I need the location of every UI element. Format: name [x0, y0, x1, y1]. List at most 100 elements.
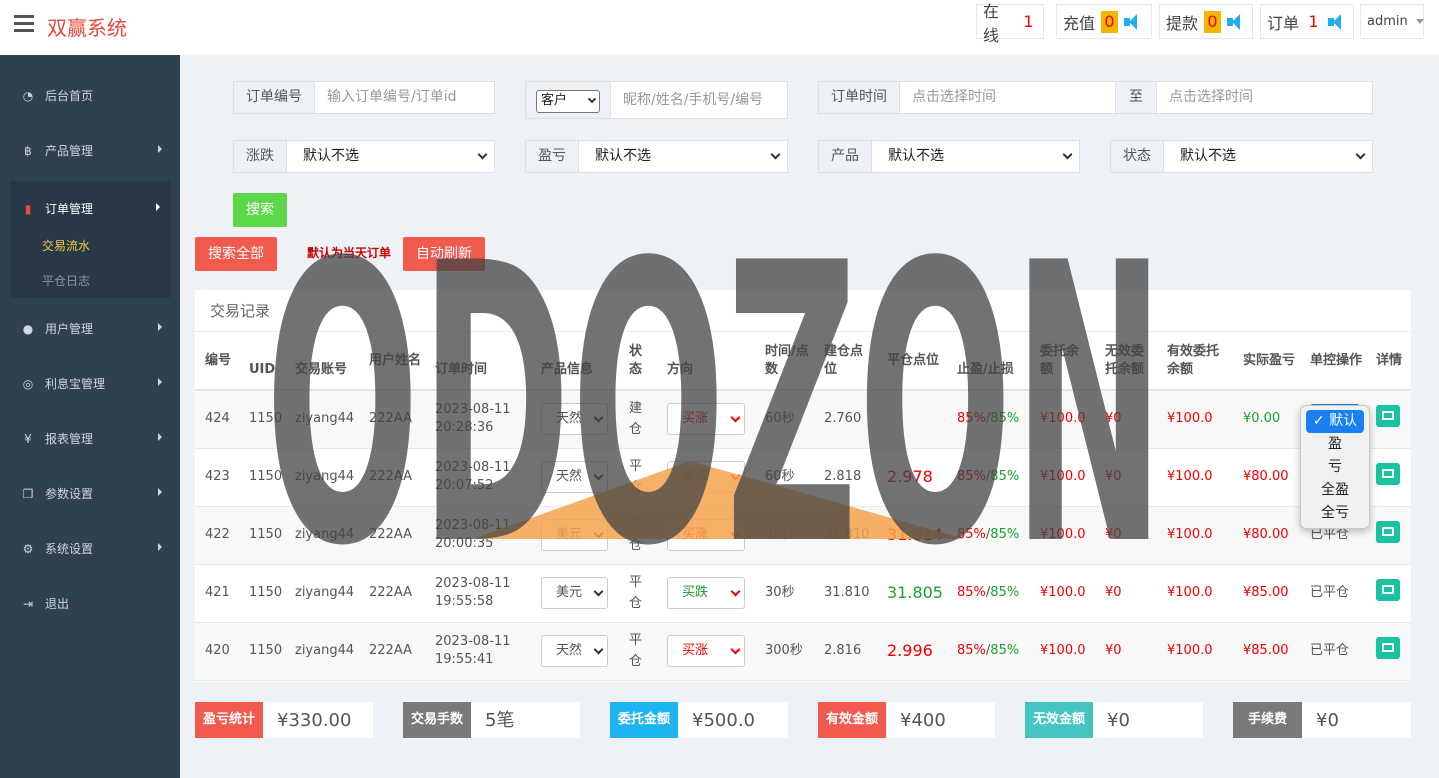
order-time-start-input[interactable]: 点击选择时间 [900, 82, 1115, 113]
submenu-close-log[interactable]: 平仓日志 [10, 264, 170, 298]
sidebar-item-system[interactable]: ⚙ 系统设置 [0, 521, 180, 576]
sidebar-item-interest[interactable]: ◎ 利息宝管理 [0, 356, 180, 411]
sidebar-item-reports[interactable]: ¥ 报表管理 [0, 411, 180, 466]
control-dropdown[interactable]: ✓ 默认 盈 亏 全盈 全亏 [1300, 405, 1370, 529]
cell-product: 天然 [531, 390, 619, 449]
cell-order-time: 2023-08-11 20:28:36 [425, 390, 531, 449]
order-date: 2023-08-11 [435, 518, 511, 533]
control-option[interactable]: 亏 [1306, 456, 1364, 479]
detail-icon[interactable] [1376, 579, 1400, 601]
speaker-icon[interactable] [1124, 13, 1142, 30]
rise-fall-select[interactable]: 默认不选 [287, 141, 494, 172]
control-option[interactable]: ✓ 默认 [1306, 410, 1364, 433]
online-stat[interactable]: 在线 1 [976, 2, 1044, 45]
status-value: 建仓 [629, 401, 643, 438]
summary-label: 有效金额 [818, 702, 887, 738]
col-header: 产品信息 [531, 332, 619, 391]
col-header: 订单时间 [425, 332, 531, 391]
col-header: 方向 [657, 332, 755, 391]
cell-period: 60秒 [755, 390, 814, 449]
default-note: 默认为当天订单 [307, 246, 392, 260]
chevron-right-icon [156, 203, 160, 211]
direction-select[interactable]: 买涨 [667, 635, 745, 667]
control-option[interactable]: 全盈 [1306, 479, 1364, 502]
product-filter: 产品 默认不选 [818, 140, 1080, 173]
detail-icon[interactable] [1376, 405, 1400, 428]
sidebar-item-label: 退出 [45, 597, 70, 611]
order-stat[interactable]: 订单 1 [1260, 4, 1354, 39]
chevron-down-icon [1355, 149, 1366, 160]
product-select[interactable]: 美元 [541, 577, 608, 609]
sidebar-item-label: 产品管理 [45, 144, 94, 158]
product-select[interactable]: 天然 [541, 635, 608, 667]
summary-label: 无效金额 [1025, 702, 1094, 738]
product-label: 产品 [819, 141, 872, 172]
user-menu[interactable]: admin [1360, 4, 1424, 39]
cell-product: 天然 [531, 622, 619, 681]
sidebar-item-users[interactable]: ● 用户管理 [0, 301, 180, 356]
chevron-down-icon [730, 528, 741, 538]
summary-label: 盈亏统计 [195, 702, 264, 738]
submenu-trade-flow[interactable]: 交易流水 [10, 229, 170, 264]
cell-entrust: ¥100.0 [1030, 506, 1095, 565]
product-select[interactable]: 默认不选 [872, 141, 1079, 172]
direction-select[interactable]: 买跌 [667, 577, 745, 609]
recharge-label: 充值 [1063, 13, 1096, 33]
product-value: 天然 [556, 643, 582, 658]
product-select[interactable]: 天然 [541, 403, 608, 436]
col-header: 用户姓名 [359, 332, 425, 391]
status-value: 平仓 [629, 459, 643, 495]
product-value: 美元 [556, 527, 582, 542]
order-time-start-filter: 订单时间 点击选择时间 [818, 81, 1116, 114]
order-no-input[interactable]: 输入订单编号/订单id [315, 82, 494, 113]
product-select[interactable]: 美元 [541, 519, 608, 551]
detail-icon[interactable] [1376, 521, 1400, 543]
direction-select[interactable]: 买涨 [667, 461, 745, 493]
speaker-icon[interactable] [1328, 13, 1346, 30]
customer-input[interactable]: 昵称/姓名/手机号/编号 [611, 82, 787, 118]
detail-icon[interactable] [1376, 637, 1400, 659]
cell-period: 300秒 [755, 622, 814, 681]
recharge-stat[interactable]: 充值 0 [1056, 4, 1152, 39]
direction-select[interactable]: 买涨 [667, 403, 745, 436]
sidebar-item-logout[interactable]: ⇥ 退出 [0, 576, 180, 631]
control-option[interactable]: 盈 [1306, 433, 1364, 456]
profit-loss-select[interactable]: 默认不选 [579, 141, 787, 172]
direction-value: 买涨 [682, 411, 709, 427]
auto-refresh-button[interactable]: 自动刷新 [403, 237, 485, 271]
search-button[interactable]: 搜索 [233, 193, 287, 227]
customer-type-select[interactable]: 客户 [536, 89, 600, 113]
detail-icon[interactable] [1376, 463, 1400, 485]
withdraw-stat[interactable]: 提款 0 [1159, 4, 1253, 39]
status-select[interactable]: 默认不选 [1164, 141, 1372, 172]
cell-status: 平仓 [619, 622, 657, 681]
withdraw-count: 0 [1204, 10, 1222, 33]
cell-open: 2.760 [814, 390, 877, 449]
menu-toggle-icon[interactable] [14, 15, 34, 33]
order-no-label: 订单编号 [234, 82, 315, 113]
order-date: 2023-08-11 [435, 634, 511, 649]
stop-loss: 85% [990, 527, 1020, 542]
to-label: 至 [1116, 82, 1157, 113]
cell-uid: 1150 [239, 390, 285, 449]
customer-select-wrap: 客户 [526, 82, 611, 118]
sidebar-item-dashboard[interactable]: ◔ 后台首页 [0, 68, 180, 123]
speaker-icon[interactable] [1227, 13, 1245, 30]
cell-control: 已平仓 [1300, 622, 1366, 681]
control-option[interactable]: 全亏 [1306, 502, 1364, 525]
cell-pnl: ¥0.00 [1233, 390, 1300, 449]
product-select[interactable]: 天然 [541, 461, 608, 493]
cell-direction: 买跌 [657, 564, 755, 623]
summary-label: 手续费 [1233, 702, 1303, 738]
chevron-down-icon [593, 528, 604, 538]
search-all-button[interactable]: 搜索全部 [195, 237, 277, 271]
summary-value: ¥400 [900, 710, 946, 731]
sidebar-item-orders[interactable]: ▮ 订单管理 [10, 181, 170, 236]
sidebar-item-params[interactable]: ❐ 参数设置 [0, 466, 180, 521]
chevron-right-icon [158, 145, 162, 153]
panel-title: 交易记录 [195, 290, 1411, 332]
direction-select[interactable]: 买涨 [667, 519, 745, 551]
order-time-end-input[interactable]: 点击选择时间 [1157, 82, 1372, 113]
cell-uid: 1150 [239, 448, 285, 507]
sidebar-item-products[interactable]: ฿ 产品管理 [0, 123, 180, 178]
